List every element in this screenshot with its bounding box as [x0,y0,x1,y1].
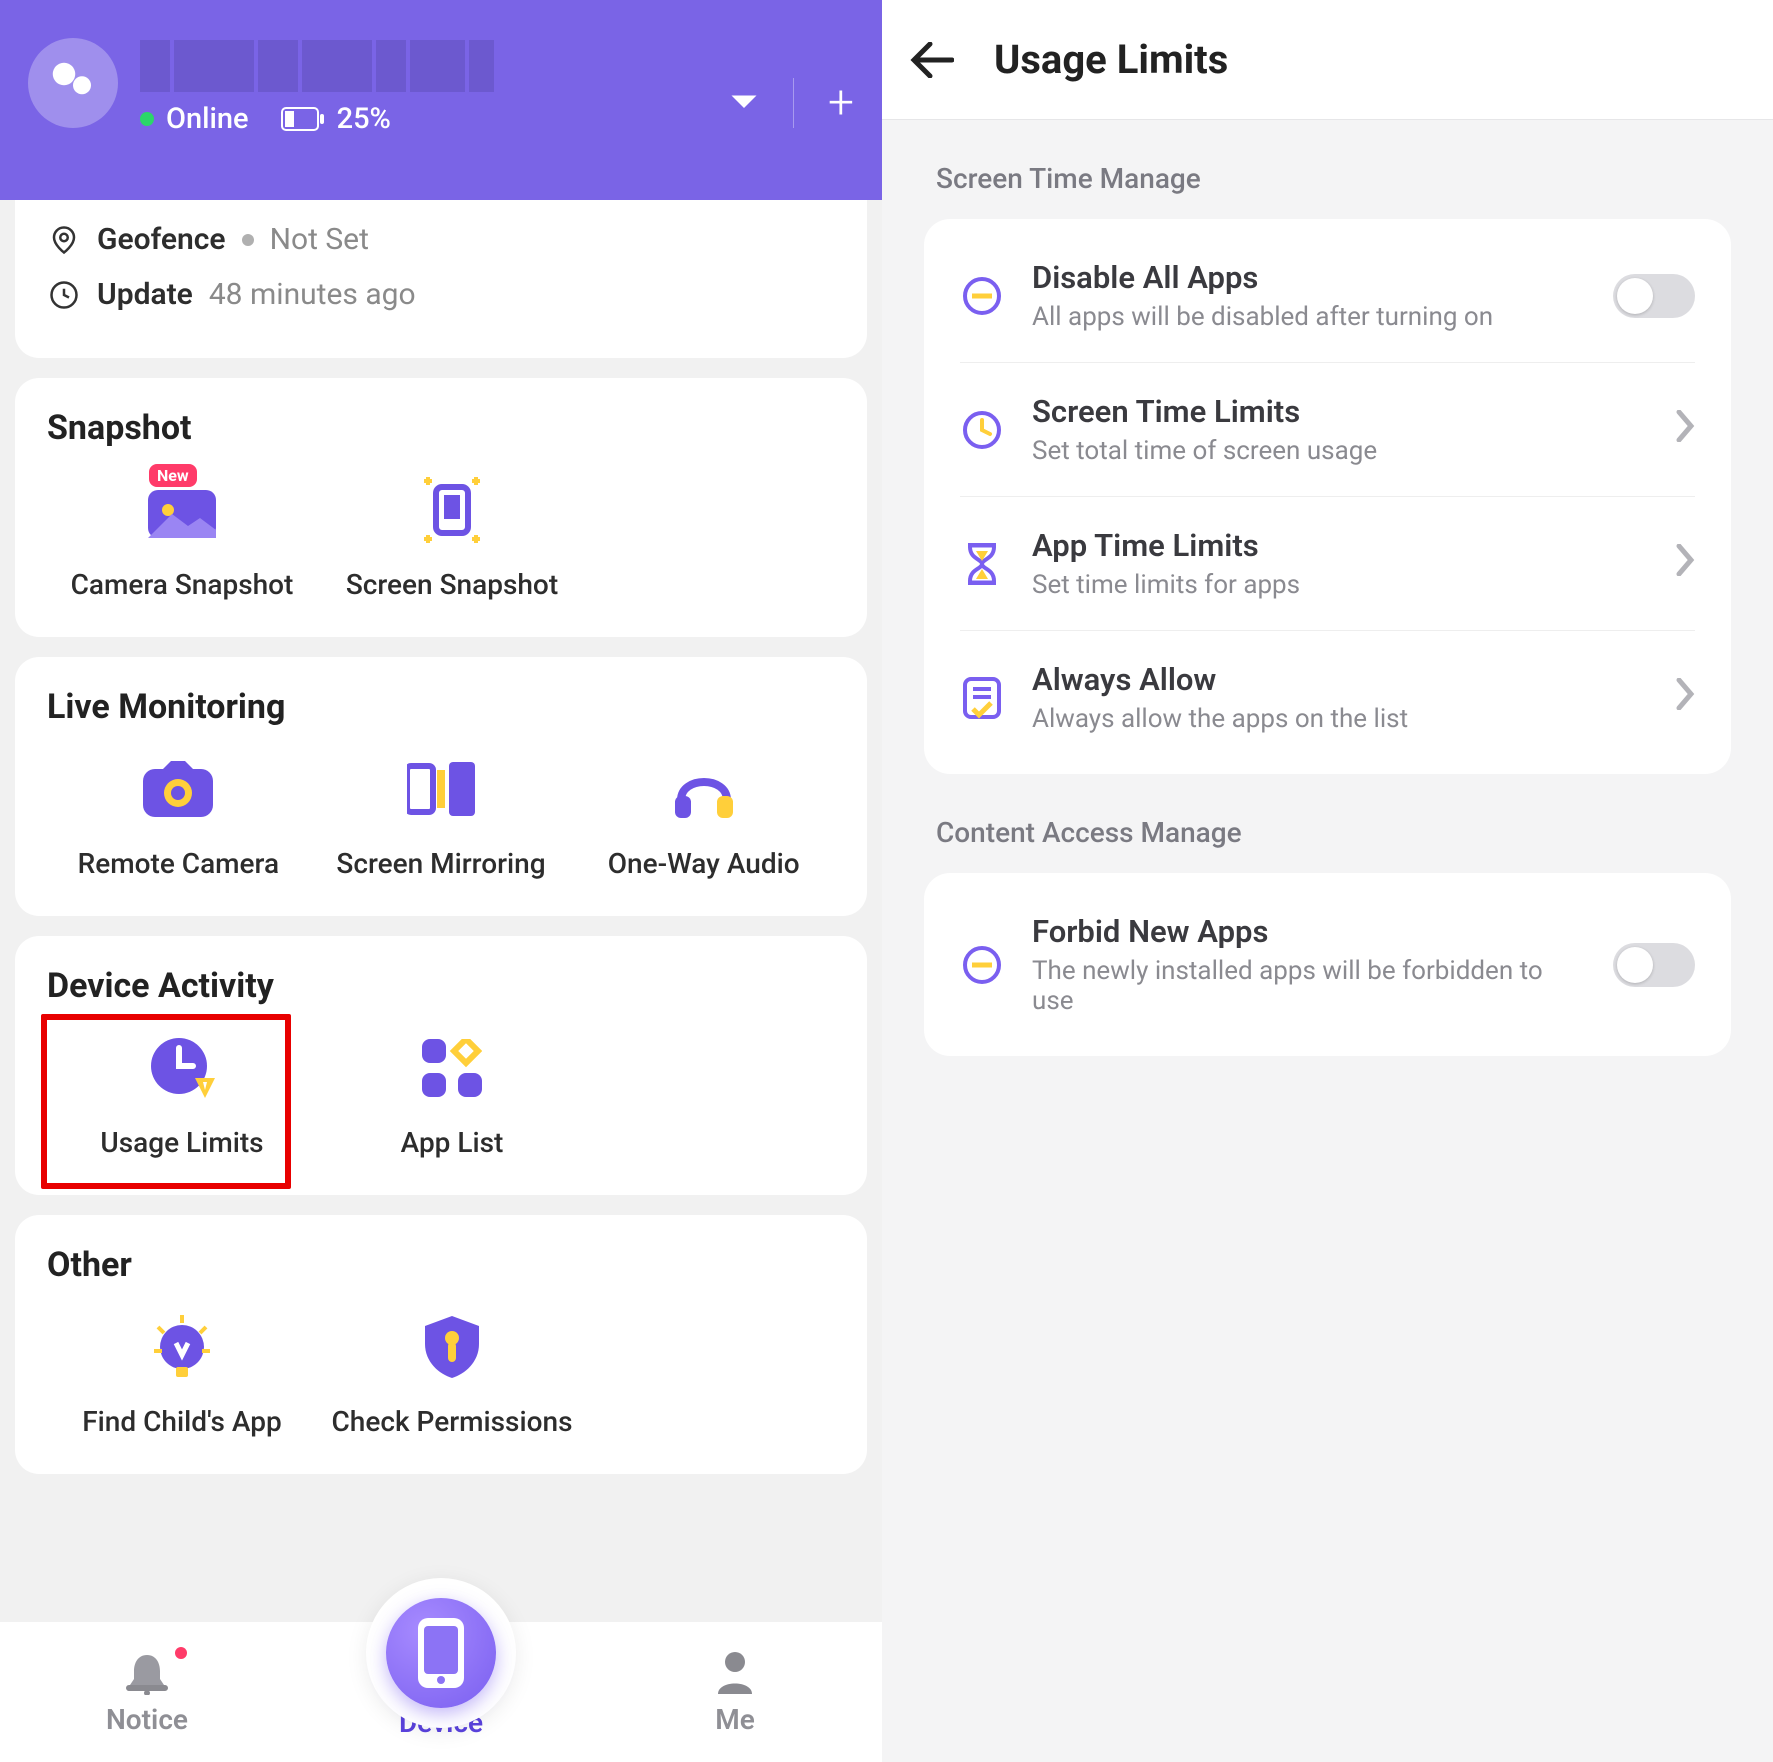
live-monitoring-card: Live Monitoring Remote Camera Screen Mir… [15,657,867,916]
phone-icon [418,1618,464,1688]
screen-mirroring-button[interactable]: Screen Mirroring [310,749,573,880]
child-avatar[interactable] [28,38,118,128]
toggle-disable-all-apps[interactable] [1613,274,1695,318]
usage-limits-pane: Usage Limits Screen Time Manage Disable … [882,0,1773,1762]
hourglass-icon [960,542,1004,586]
child-name-redacted [140,40,540,92]
battery-text: 25% [337,102,391,136]
clock-icon [47,278,81,312]
live-title: Live Monitoring [47,687,835,727]
geofence-icon [47,223,81,257]
content-access-card: Forbid New Apps The newly installed apps… [924,873,1731,1056]
row-screen-time-limits[interactable]: Screen Time Limits Set total time of scr… [960,363,1695,497]
nav-me[interactable]: Me [635,1649,835,1736]
other-card: Other Find Child's App Check Permissions [15,1215,867,1474]
toggle-forbid-new-apps[interactable] [1613,943,1695,987]
header-separator [793,78,794,128]
row-disable-all-apps: Disable All Apps All apps will be disabl… [960,229,1695,363]
chevron-right-icon [1675,409,1695,451]
highlight-usage-limits [41,1014,291,1189]
check-permissions-button[interactable]: Check Permissions [317,1307,587,1438]
lightbulb-icon [47,1307,317,1387]
section-screen-time: Screen Time Manage [936,162,1731,195]
row-always-allow[interactable]: Always Allow Always allow the apps on th… [960,631,1695,764]
remote-camera-button[interactable]: Remote Camera [47,749,310,880]
page-title: Usage Limits [994,36,1228,83]
new-badge: New [149,464,197,487]
geofence-value: Not Set [270,222,369,257]
screen-snapshot-icon [317,470,587,550]
one-way-audio-button[interactable]: One-Way Audio [572,749,835,880]
device-activity-card: Device Activity Usage Limits App List [15,936,867,1195]
bottom-nav: Notice Device Me [0,1622,882,1762]
screen-mirroring-icon [310,749,573,829]
geofence-label: Geofence [97,222,226,257]
headphones-icon [572,749,835,829]
screen-time-card: Disable All Apps All apps will be disabl… [924,219,1731,774]
camera-snapshot-button[interactable]: New Camera Snapshot [47,470,317,601]
forbid-icon [960,943,1004,987]
chevron-right-icon [1675,543,1695,585]
add-child-button[interactable]: + [828,80,854,126]
device-dashboard-pane: Online 25% + Geofence Not Set [0,0,882,1762]
back-button[interactable] [910,42,954,78]
online-status-dot [140,112,154,126]
row-forbid-new-apps: Forbid New Apps The newly installed apps… [960,883,1695,1046]
app-list-icon [317,1028,587,1108]
shield-icon [317,1307,587,1387]
snapshot-title: Snapshot [47,408,835,448]
online-status-text: Online [166,102,249,136]
notice-dot [175,1647,187,1659]
update-value: 48 minutes ago [209,277,416,312]
snapshot-card: Snapshot New Camera Snapshot Screen Snap… [15,378,867,637]
usage-limits-header: Usage Limits [882,0,1773,120]
clock-limit-icon [960,408,1004,452]
update-label: Update [97,277,193,312]
section-content-access: Content Access Manage [936,816,1731,849]
disable-icon [960,274,1004,318]
child-dropdown[interactable] [729,87,759,120]
find-child-app-button[interactable]: Find Child's App [47,1307,317,1438]
nav-notice[interactable]: Notice [47,1649,247,1736]
allow-list-icon [960,676,1004,720]
row-app-time-limits[interactable]: App Time Limits Set time limits for apps [960,497,1695,631]
dashboard-header: Online 25% + [0,0,882,200]
app-list-button[interactable]: App List [317,1028,587,1159]
other-title: Other [47,1245,835,1285]
nav-device-fab[interactable] [366,1578,516,1728]
battery-icon [281,107,325,131]
chevron-right-icon [1675,677,1695,719]
screen-snapshot-button[interactable]: Screen Snapshot [317,470,587,601]
bell-icon [47,1649,247,1697]
geofence-status-dot [242,234,254,246]
activity-title: Device Activity [47,966,835,1006]
remote-camera-icon [47,749,310,829]
person-icon [635,1649,835,1697]
quick-info-card: Geofence Not Set Update 48 minutes ago [15,200,867,358]
